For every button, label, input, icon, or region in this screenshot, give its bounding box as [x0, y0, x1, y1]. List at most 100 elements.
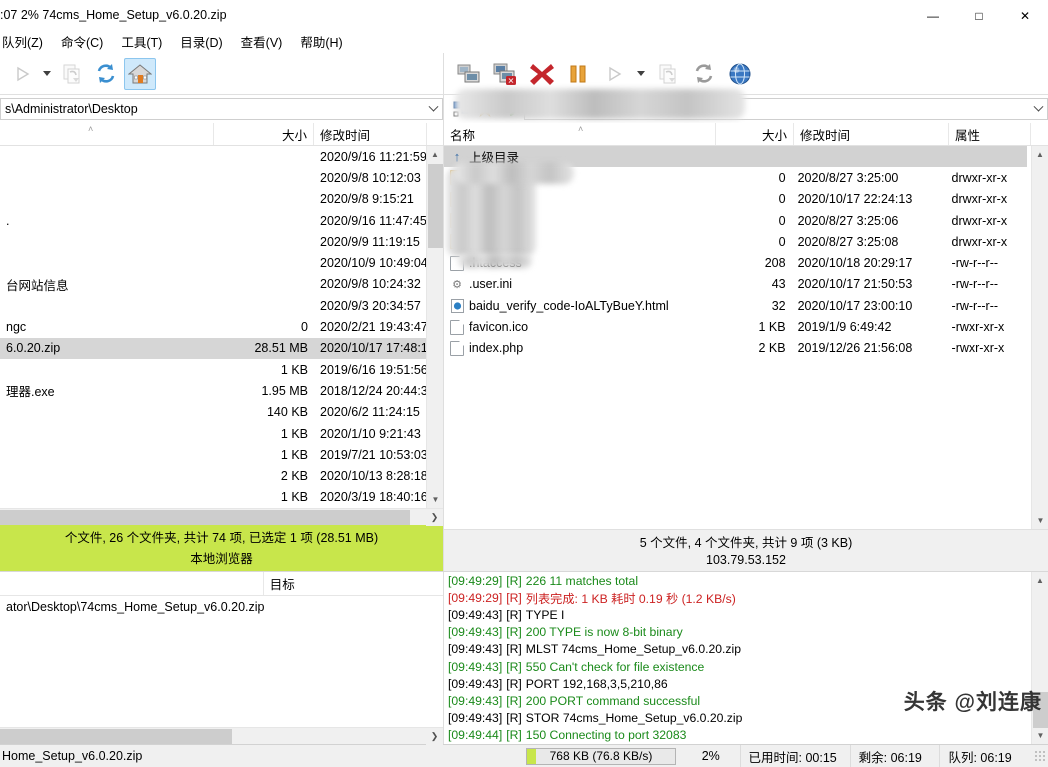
toolbar-dropdown-caret[interactable] — [40, 58, 54, 90]
scroll-up-icon[interactable]: ▲ — [427, 146, 443, 163]
log-message: 列表完成: 1 KB 耗时 0.19 秒 (1.2 KB/s) — [526, 589, 736, 607]
local-horizontal-scrollbar[interactable]: ❯ — [0, 508, 443, 525]
log-vertical-scrollbar[interactable]: ▲ ▼ — [1031, 572, 1048, 744]
menu-tools[interactable]: 工具(T) — [112, 30, 171, 54]
scroll-right-icon[interactable]: ❯ — [426, 509, 443, 526]
column-filename[interactable]: 名称 ˄ — [444, 123, 716, 145]
remote-status-line-2: 103.79.53.152 — [444, 553, 1048, 571]
cell-modified: 2018/12/24 20:44:37 — [314, 384, 427, 398]
queue-horizontal-scrollbar[interactable]: ❯ — [0, 727, 443, 744]
scrollbar-thumb[interactable] — [428, 164, 443, 248]
cell-modified: 2020/10/17 22:24:13 — [792, 192, 946, 206]
queue-row[interactable]: ator\Desktop\74cms_Home_Setup_v6.0.20.zi… — [0, 596, 443, 618]
cancel-button[interactable] — [526, 58, 558, 90]
column-permissions[interactable]: 属性 — [949, 123, 1031, 145]
scrollbar-thumb[interactable] — [0, 729, 232, 744]
menu-view[interactable]: 查看(V) — [232, 30, 292, 54]
site-manager-button[interactable] — [454, 58, 486, 90]
menu-help[interactable]: 帮助(H) — [291, 30, 351, 54]
pause-icon — [567, 63, 589, 85]
minimize-button[interactable]: — — [910, 0, 956, 31]
remote-path-combo[interactable] — [524, 98, 1048, 120]
table-row[interactable]: 理器.exe1.95 MB2018/12/24 20:44:37 — [0, 380, 427, 401]
scroll-down-icon[interactable]: ▼ — [1032, 727, 1048, 744]
log-message: MLST 74cms_Home_Setup_v6.0.20.zip — [526, 642, 741, 656]
menu-directory[interactable]: 目录(D) — [171, 30, 231, 54]
column-modified[interactable]: 修改时间 — [314, 123, 427, 145]
message-log-panel[interactable]: [09:49:29][R]226 11 matches total[09:49:… — [444, 572, 1048, 744]
cell-modified: 2020/6/2 11:24:15 — [314, 405, 427, 419]
scroll-down-icon[interactable]: ▼ — [427, 491, 443, 508]
table-row[interactable]: 2020/9/9 11:19:15 — [0, 231, 427, 252]
remote-vertical-scrollbar[interactable]: ▲ ▼ — [1031, 146, 1048, 529]
scroll-up-icon[interactable]: ▲ — [1032, 572, 1048, 589]
table-row[interactable]: ⚙.user.ini432020/10/17 21:50:53-rw-r--r-… — [444, 274, 1027, 295]
local-path-combo[interactable]: s\Administrator\Desktop — [0, 98, 443, 120]
queue-dropdown-caret[interactable] — [634, 58, 648, 90]
close-button[interactable]: ✕ — [1002, 0, 1048, 31]
table-row[interactable]: 1 KB2020/3/19 18:40:16 — [0, 487, 427, 508]
scroll-up-icon[interactable]: ▲ — [1032, 146, 1048, 163]
local-toolbar — [0, 53, 444, 94]
table-row[interactable]: 台网站信息2020/9/8 10:24:32 — [0, 274, 427, 295]
home-directory-button[interactable] — [124, 58, 156, 90]
table-row[interactable]: 140 KB2020/6/2 11:24:15 — [0, 402, 427, 423]
disconnect-button[interactable]: ✕ — [490, 58, 522, 90]
table-row[interactable]: 1 KB2020/1/10 9:21:43 — [0, 423, 427, 444]
queue-rows-container[interactable]: ator\Desktop\74cms_Home_Setup_v6.0.20.zi… — [0, 596, 443, 727]
table-row[interactable]: .2020/9/16 11:47:45 — [0, 210, 427, 231]
scrollbar-thumb[interactable] — [1033, 692, 1048, 728]
table-row[interactable]: 2020/9/3 20:34:57 — [0, 295, 427, 316]
table-row[interactable]: 2020/9/8 9:15:21 — [0, 189, 427, 210]
scroll-down-icon[interactable]: ▼ — [1032, 512, 1048, 529]
column-filesize[interactable]: 大小 — [214, 123, 314, 145]
table-row[interactable]: 2 KB2020/10/13 8:28:18 — [0, 465, 427, 486]
cell-permissions: -rwxr-xr-x — [946, 341, 1027, 355]
remote-toolbar: ✕ — [444, 53, 1048, 94]
table-row[interactable]: baidu_verify_code-IoALTyBueY.html322020/… — [444, 295, 1027, 316]
resize-grip[interactable] — [1034, 750, 1045, 762]
queue-column-headers: 目标 — [0, 572, 443, 596]
upload-button[interactable] — [56, 58, 88, 90]
table-row[interactable]: 1 KB2019/6/16 19:51:56 — [0, 359, 427, 380]
column-modified[interactable]: 修改时间 — [794, 123, 949, 145]
column-filename[interactable]: ˄ — [0, 123, 214, 145]
table-row[interactable]: 6.0.20.zip28.51 MB2020/10/17 17:48:14 — [0, 338, 427, 359]
chevron-down-icon[interactable] — [424, 99, 442, 119]
document-icon — [450, 341, 464, 356]
remote-rows-container[interactable]: ↑ 上级目录 02020/8/27 3:25:00drwxr-xr-x02020… — [444, 146, 1048, 529]
maximize-icon: □ — [975, 9, 982, 23]
scroll-right-icon[interactable]: ❯ — [426, 728, 443, 745]
remote-file-list: 名称 ˄ 大小 修改时间 属性 ↑ — [444, 123, 1048, 529]
cell-permissions: -rwxr-xr-x — [946, 320, 1027, 334]
scrollbar-thumb[interactable] — [0, 510, 410, 525]
pause-queue-button[interactable] — [562, 58, 594, 90]
table-row[interactable]: 2020/9/8 10:12:03 — [0, 167, 427, 188]
table-row[interactable]: 1 KB2019/7/21 10:53:03 — [0, 444, 427, 465]
process-queue-button[interactable] — [6, 58, 38, 90]
table-row[interactable]: 2020/9/16 11:21:59 — [0, 146, 427, 167]
menu-queue[interactable]: 队列(Z) — [0, 30, 52, 54]
table-row[interactable]: index.php2 KB2019/12/26 21:56:08-rwxr-xr… — [444, 338, 1027, 359]
local-rows-container[interactable]: 2020/9/16 11:21:592020/9/8 10:12:032020/… — [0, 146, 443, 508]
queue-local-path: ator\Desktop\74cms_Home_Setup_v6.0.20.zi… — [0, 600, 264, 614]
local-vertical-scrollbar[interactable]: ▲ ▼ — [426, 146, 443, 508]
filename-label: .user.ini — [469, 277, 512, 291]
column-local-file[interactable] — [0, 572, 264, 595]
file-panes: ˄ 大小 修改时间 2020/9/16 11:21:592020/9/8 10:… — [0, 123, 1048, 571]
menu-command[interactable]: 命令(C) — [52, 30, 112, 54]
download-button[interactable] — [652, 58, 684, 90]
table-row[interactable]: 2020/10/9 10:49:04 — [0, 252, 427, 273]
chevron-down-icon[interactable] — [1029, 99, 1047, 119]
upload-document-icon — [60, 62, 84, 86]
refresh-remote-button[interactable] — [688, 58, 720, 90]
maximize-button[interactable]: □ — [956, 0, 1002, 31]
table-row[interactable]: ngc02020/2/21 19:43:47 — [0, 316, 427, 337]
column-filesize[interactable]: 大小 — [716, 123, 794, 145]
refresh-button[interactable] — [90, 58, 122, 90]
column-direction-target[interactable]: 目标 — [264, 572, 443, 595]
sort-ascending-marker: ˄ — [88, 124, 93, 134]
open-in-browser-button[interactable] — [724, 58, 756, 90]
process-queue-button-remote[interactable] — [598, 58, 630, 90]
table-row[interactable]: favicon.ico1 KB2019/1/9 6:49:42-rwxr-xr-… — [444, 316, 1027, 337]
